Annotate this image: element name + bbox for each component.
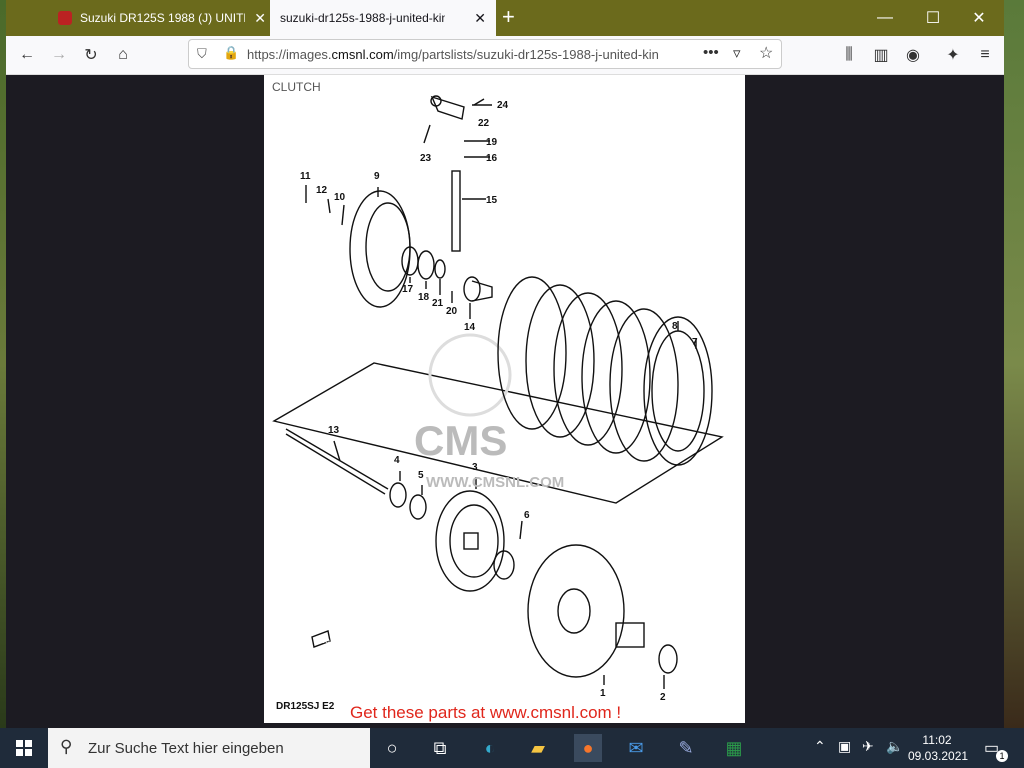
meet-now-icon[interactable]: ▣ (838, 738, 851, 755)
windows-start-button[interactable] (0, 728, 48, 768)
page-actions-icon[interactable]: ••• (703, 44, 719, 61)
task-view-icon[interactable]: ⧉ (426, 734, 454, 762)
close-tab-icon[interactable]: ✕ (474, 10, 486, 27)
browser-window: Suzuki DR125S 1988 (J) UNITED KINGDOM ✕ … (6, 0, 1004, 728)
new-tab-icon[interactable]: + (502, 6, 515, 28)
watermark-cms: CMS (414, 417, 507, 464)
file-explorer-icon[interactable]: ▰ (524, 734, 552, 762)
address-bar[interactable]: ⛉ 🔒 https://images.cmsnl.com/img/partsli… (188, 39, 782, 69)
part-label: 4 (394, 455, 400, 466)
forward-icon[interactable]: → (46, 42, 72, 68)
part-label: 19 (486, 137, 498, 148)
diagram-reference: DR125SJ E2 (276, 701, 335, 712)
network-icon[interactable]: ✈ (862, 738, 874, 755)
extensions-icon[interactable]: ✦ (940, 42, 966, 68)
cortana-icon[interactable]: ○ (378, 734, 406, 762)
part-label: 11 (300, 171, 311, 182)
favicon-icon (58, 11, 72, 25)
windows-taskbar: ⚲ Zur Suche Text hier eingeben ○ ⧉ ◐ ▰ ●… (0, 728, 1024, 768)
parts-diagram-image[interactable]: CLUTCH CMS WWW.CMSNL.COM FWD 24 22 23 19… (264, 75, 745, 723)
part-label: 2 (660, 692, 666, 703)
menu-icon[interactable]: ≡ (972, 42, 998, 68)
title-bar: Suzuki DR125S 1988 (J) UNITED KINGDOM ✕ … (6, 0, 1004, 36)
close-window-icon[interactable]: ✕ (956, 0, 1002, 36)
part-label: 23 (420, 153, 432, 164)
back-icon[interactable]: ← (14, 42, 40, 68)
part-label: 14 (464, 322, 476, 333)
taskbar-clock[interactable]: 11:02 09.03.2021 (908, 732, 968, 764)
part-label: 3 (472, 462, 478, 473)
part-label: 24 (497, 100, 509, 111)
minimize-icon[interactable]: — (862, 0, 908, 36)
taskbar-search-box[interactable]: ⚲ Zur Suche Text hier eingeben (48, 728, 370, 768)
sidebar-icon[interactable]: ▥ (868, 42, 894, 68)
paint-icon[interactable]: ✎ (672, 734, 700, 762)
url-text[interactable]: https://images.cmsnl.com/img/partslists/… (247, 47, 687, 62)
image-viewer: CLUTCH CMS WWW.CMSNL.COM FWD 24 22 23 19… (6, 75, 1004, 728)
maximize-icon[interactable]: ☐ (910, 0, 956, 36)
part-label: 15 (486, 195, 498, 206)
reload-icon[interactable]: ↻ (78, 42, 104, 68)
part-label: 9 (374, 171, 380, 182)
part-label: 18 (418, 292, 430, 303)
watermark-url: WWW.CMSNL.COM (426, 474, 564, 491)
tab-clutch-image[interactable]: suzuki-dr125s-1988-j-united-kingdom-clut… (270, 0, 496, 36)
search-icon: ⚲ (60, 737, 73, 756)
spreadsheet-icon[interactable]: ▦ (720, 734, 748, 762)
part-label: 1 (600, 688, 606, 699)
part-label: 10 (334, 192, 346, 203)
close-tab-icon[interactable]: ✕ (254, 10, 266, 27)
part-label: 16 (486, 153, 498, 164)
tab-title: Suzuki DR125S 1988 (J) UNITED KINGDOM (80, 11, 245, 25)
tab-suzuki-parts[interactable]: Suzuki DR125S 1988 (J) UNITED KINGDOM ✕ (46, 0, 276, 36)
bookmark-star-icon[interactable]: ☆ (759, 43, 773, 63)
part-label: 12 (316, 185, 328, 196)
cmsnl-promo-text: Get these parts at www.cmsnl.com ! (350, 703, 622, 722)
windows-logo-icon (16, 740, 32, 756)
part-label: 13 (328, 425, 340, 436)
tab-title: suzuki-dr125s-1988-j-united-kingdom-clut… (280, 11, 445, 25)
account-icon[interactable]: ◉ (900, 42, 926, 68)
part-label: 6 (524, 510, 530, 521)
part-label: 7 (692, 337, 698, 348)
notification-count-badge: 1 (996, 750, 1008, 762)
part-label: 17 (402, 284, 414, 295)
part-label: 5 (418, 470, 424, 481)
mail-icon[interactable]: ✉ (622, 734, 650, 762)
navigation-toolbar: ← → ↻ ⌂ ⛉ 🔒 https://images.cmsnl.com/img… (6, 36, 1004, 75)
part-label: 8 (672, 321, 678, 332)
volume-icon[interactable]: 🔈 (886, 738, 903, 755)
part-label: 20 (446, 306, 458, 317)
part-label: 22 (478, 118, 490, 129)
desktop-background-right (1004, 0, 1024, 728)
clutch-exploded-diagram: CMS WWW.CMSNL.COM FWD 24 22 23 19 16 15 … (272, 95, 724, 703)
pocket-icon[interactable]: ▿ (733, 44, 741, 62)
fwd-label: FWD (316, 639, 330, 645)
library-icon[interactable]: ⫼ (836, 42, 862, 68)
firefox-icon[interactable]: ● (574, 734, 602, 762)
shield-icon[interactable]: ⛉ (197, 46, 207, 62)
edge-icon[interactable]: ◐ (476, 734, 504, 762)
show-hidden-icons-icon[interactable]: ⌃ (814, 738, 826, 755)
home-icon[interactable]: ⌂ (110, 42, 136, 68)
lock-icon[interactable]: 🔒 (223, 45, 239, 61)
search-placeholder: Zur Suche Text hier eingeben (88, 740, 284, 757)
part-label: 21 (432, 298, 444, 309)
